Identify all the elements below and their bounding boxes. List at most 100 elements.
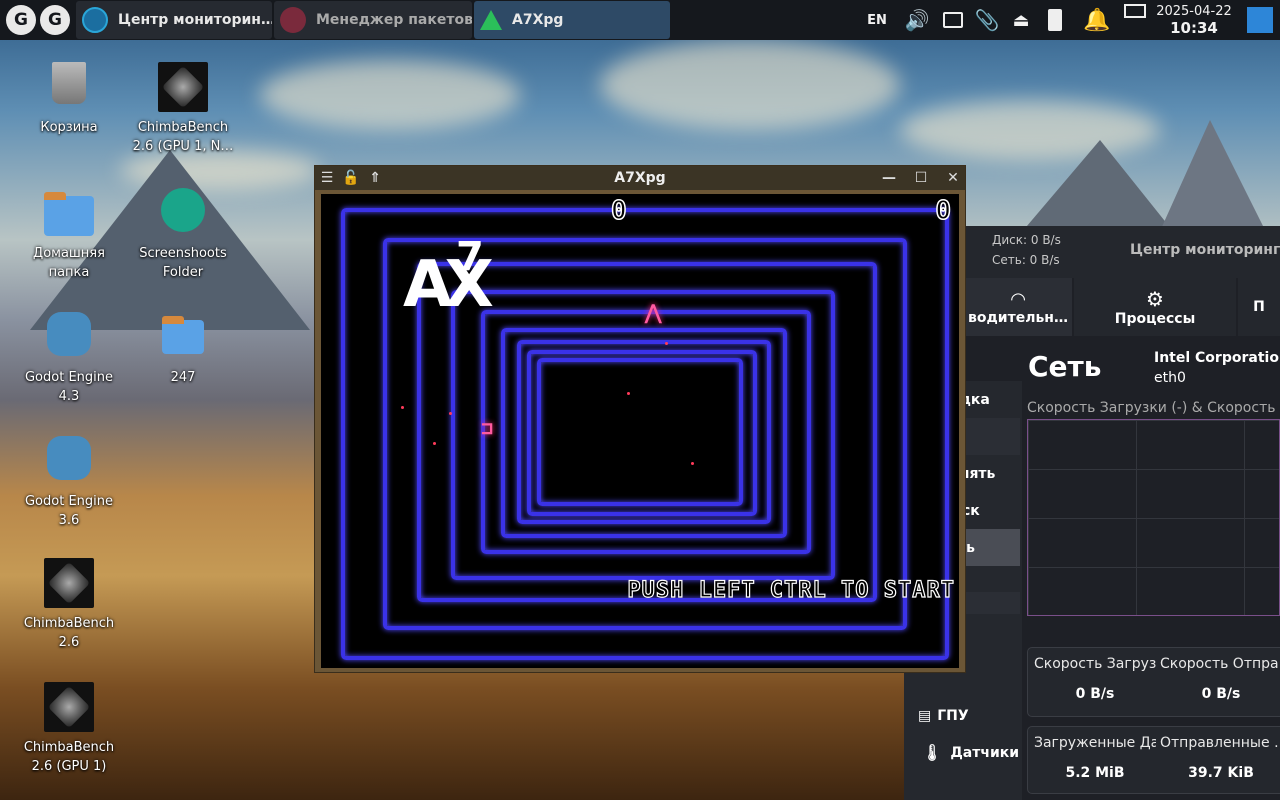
upload-speed-value: 0 B/s <box>1201 686 1241 702</box>
desktop-icon-godot-36[interactable]: Godot Engine 3.6 <box>14 436 124 530</box>
minimize-button[interactable]: — <box>877 166 901 190</box>
score-right: 0 <box>935 195 952 227</box>
downloaded-label: Загруженные Да… <box>1034 735 1156 751</box>
desktop-icon-label: ChimbaBench 2.6 <box>23 616 115 650</box>
tab-processes[interactable]: ⚙ Процессы <box>1074 278 1236 336</box>
taskbar: G G Центр мониторин… Менеджер пакетов… A… <box>0 0 1280 40</box>
eject-icon[interactable]: ⏏ <box>1006 0 1036 40</box>
task-label: Менеджер пакетов… <box>316 12 472 28</box>
notifications-icon[interactable]: 🔔 <box>1080 0 1114 40</box>
game-logo: AX <box>403 248 494 322</box>
download-icon <box>280 7 306 33</box>
clipboard-icon[interactable]: 📎 <box>972 0 1002 40</box>
keyboard-layout[interactable]: EN <box>862 0 892 40</box>
home-folder-icon <box>44 192 94 236</box>
adapter-name: Intel Corporation <box>1154 350 1280 366</box>
particle <box>401 406 404 409</box>
keep-above-icon[interactable]: ⇑ <box>363 166 387 190</box>
chimbabench-icon <box>44 558 94 608</box>
godot-icon <box>47 436 91 480</box>
uploaded-value: 39.7 KiB <box>1188 765 1254 781</box>
desktop-icon-label: Godot Engine 4.3 <box>24 370 114 404</box>
tab-label: водительн… <box>968 309 1068 326</box>
unlock-icon[interactable]: 🔓 <box>339 166 363 190</box>
game-window-title: A7Xpg <box>614 170 666 186</box>
monitor-title: Центр мониторинга <box>1130 242 1280 258</box>
gauge-icon: ◠ <box>1011 288 1025 310</box>
particle <box>433 442 436 445</box>
desktop-icon-label: Screenshoots Folder <box>139 246 227 280</box>
volume-icon[interactable]: 🔊 <box>902 0 932 40</box>
network-graph <box>1027 419 1280 616</box>
page-title: Сеть <box>1028 350 1102 383</box>
battery-icon[interactable] <box>1040 0 1070 40</box>
gpu-icon: ▤ <box>918 707 932 724</box>
task-a7xpg[interactable]: A7Xpg <box>474 1 670 39</box>
tab-more[interactable]: П <box>1238 278 1280 336</box>
desktop-icon-trash[interactable]: Корзина <box>14 62 124 137</box>
desktop-icon-label: ChimbaBench 2.6 (GPU 1, N… <box>132 120 234 154</box>
speed-card: Скорость Загруз… 0 B/s Скорость Отпра… 0… <box>1027 647 1280 717</box>
game-titlebar[interactable]: ☰ 🔓 ⇑ A7Xpg — ☐ ✕ <box>315 166 965 190</box>
enemy-ship: ⊐ <box>481 416 494 440</box>
uploaded-label: Отправленные … <box>1160 735 1280 751</box>
desktop-icon-label: Godot Engine 3.6 <box>24 494 114 528</box>
disk-speed: Диск: 0 B/s <box>992 233 1061 247</box>
task-package-manager[interactable]: Менеджер пакетов… <box>274 1 472 39</box>
upload-speed-label: Скорость Отпра… <box>1160 656 1280 672</box>
desktop-icon-label: Домашняя папка <box>33 246 105 280</box>
tab-label: Процессы <box>1114 311 1196 327</box>
desktop-icon-screenshots-folder[interactable]: Screenshoots Folder <box>128 188 238 282</box>
task-label: A7Xpg <box>512 12 564 28</box>
sidebar-item-gpu[interactable]: ▤ ГПУ <box>904 697 1020 734</box>
desktop-icon-chimbabench-gpu1[interactable]: ChimbaBench 2.6 (GPU 1) <box>14 682 124 776</box>
desktop-icon-chimbabench-gpu1n[interactable]: ChimbaBench 2.6 (GPU 1, N… <box>128 62 238 156</box>
interface-name: eth0 <box>1154 370 1186 386</box>
desktop-icon-godot-43[interactable]: Godot Engine 4.3 <box>14 312 124 406</box>
particle <box>627 392 630 395</box>
download-speed-value: 0 B/s <box>1075 686 1115 702</box>
a7xpg-icon <box>480 10 502 30</box>
screenshot-folder-icon <box>161 188 205 232</box>
desktop-icon-home-folder[interactable]: Домашняя папка <box>14 188 124 282</box>
chimbabench-icon <box>44 682 94 732</box>
show-desktop-button[interactable] <box>1244 0 1276 40</box>
tab-performance[interactable]: ◠ водительн… <box>964 278 1072 336</box>
folder-icon <box>162 316 204 354</box>
godot-icon <box>47 312 91 356</box>
screen-icon[interactable] <box>1120 0 1150 40</box>
network-icon[interactable] <box>938 0 968 40</box>
player-ship: ⋀ <box>645 300 662 324</box>
net-speed: Сеть: 0 B/s <box>992 253 1060 267</box>
graph-title: Скорость Загрузки (-) & Скорость Отп <box>1027 400 1280 416</box>
menu-icon[interactable]: ☰ <box>315 166 339 190</box>
particle <box>449 412 452 415</box>
game-window: ☰ 🔓 ⇑ A7Xpg — ☐ ✕ 0 0 7 AX ⋀ ⊐ PUSH LEFT… <box>314 165 966 673</box>
thermometer-icon: 🌡 <box>922 743 943 762</box>
monitor-icon <box>82 7 108 33</box>
clock[interactable]: 2025-04-22 10:34 <box>1152 0 1236 40</box>
desktop-icon-chimbabench[interactable]: ChimbaBench 2.6 <box>14 558 124 652</box>
desktop-icon-label: Корзина <box>40 120 98 135</box>
sidebar-item-sensors[interactable]: 🌡 Датчики <box>904 734 1020 771</box>
close-button[interactable]: ✕ <box>941 166 965 190</box>
downloaded-value: 5.2 MiB <box>1065 765 1125 781</box>
task-label: Центр мониторин… <box>118 12 272 28</box>
tunnel-ring <box>537 358 743 506</box>
particle <box>665 342 668 345</box>
task-monitor[interactable]: Центр мониторин… <box>76 1 272 39</box>
desktop-switcher-logo-icon[interactable]: G <box>40 5 70 35</box>
game-canvas[interactable]: 0 0 7 AX ⋀ ⊐ PUSH LEFT CTRL TO START <box>321 194 959 668</box>
maximize-button[interactable]: ☐ <box>909 166 933 190</box>
score-left: 0 <box>610 195 627 227</box>
clock-date: 2025-04-22 <box>1156 3 1232 19</box>
desktop-icon-folder-247[interactable]: 247 <box>128 312 238 387</box>
clock-time: 10:34 <box>1170 18 1218 37</box>
trash-icon <box>52 62 86 104</box>
app-menu-logo-icon[interactable]: G <box>6 5 36 35</box>
desktop-icon-label: 247 <box>170 370 196 385</box>
sidebar-item-label: ГПУ <box>937 707 969 724</box>
tab-label: П <box>1253 299 1265 315</box>
sidebar-item-label: Датчики <box>950 744 1020 761</box>
gear-icon: ⚙ <box>1146 287 1164 311</box>
